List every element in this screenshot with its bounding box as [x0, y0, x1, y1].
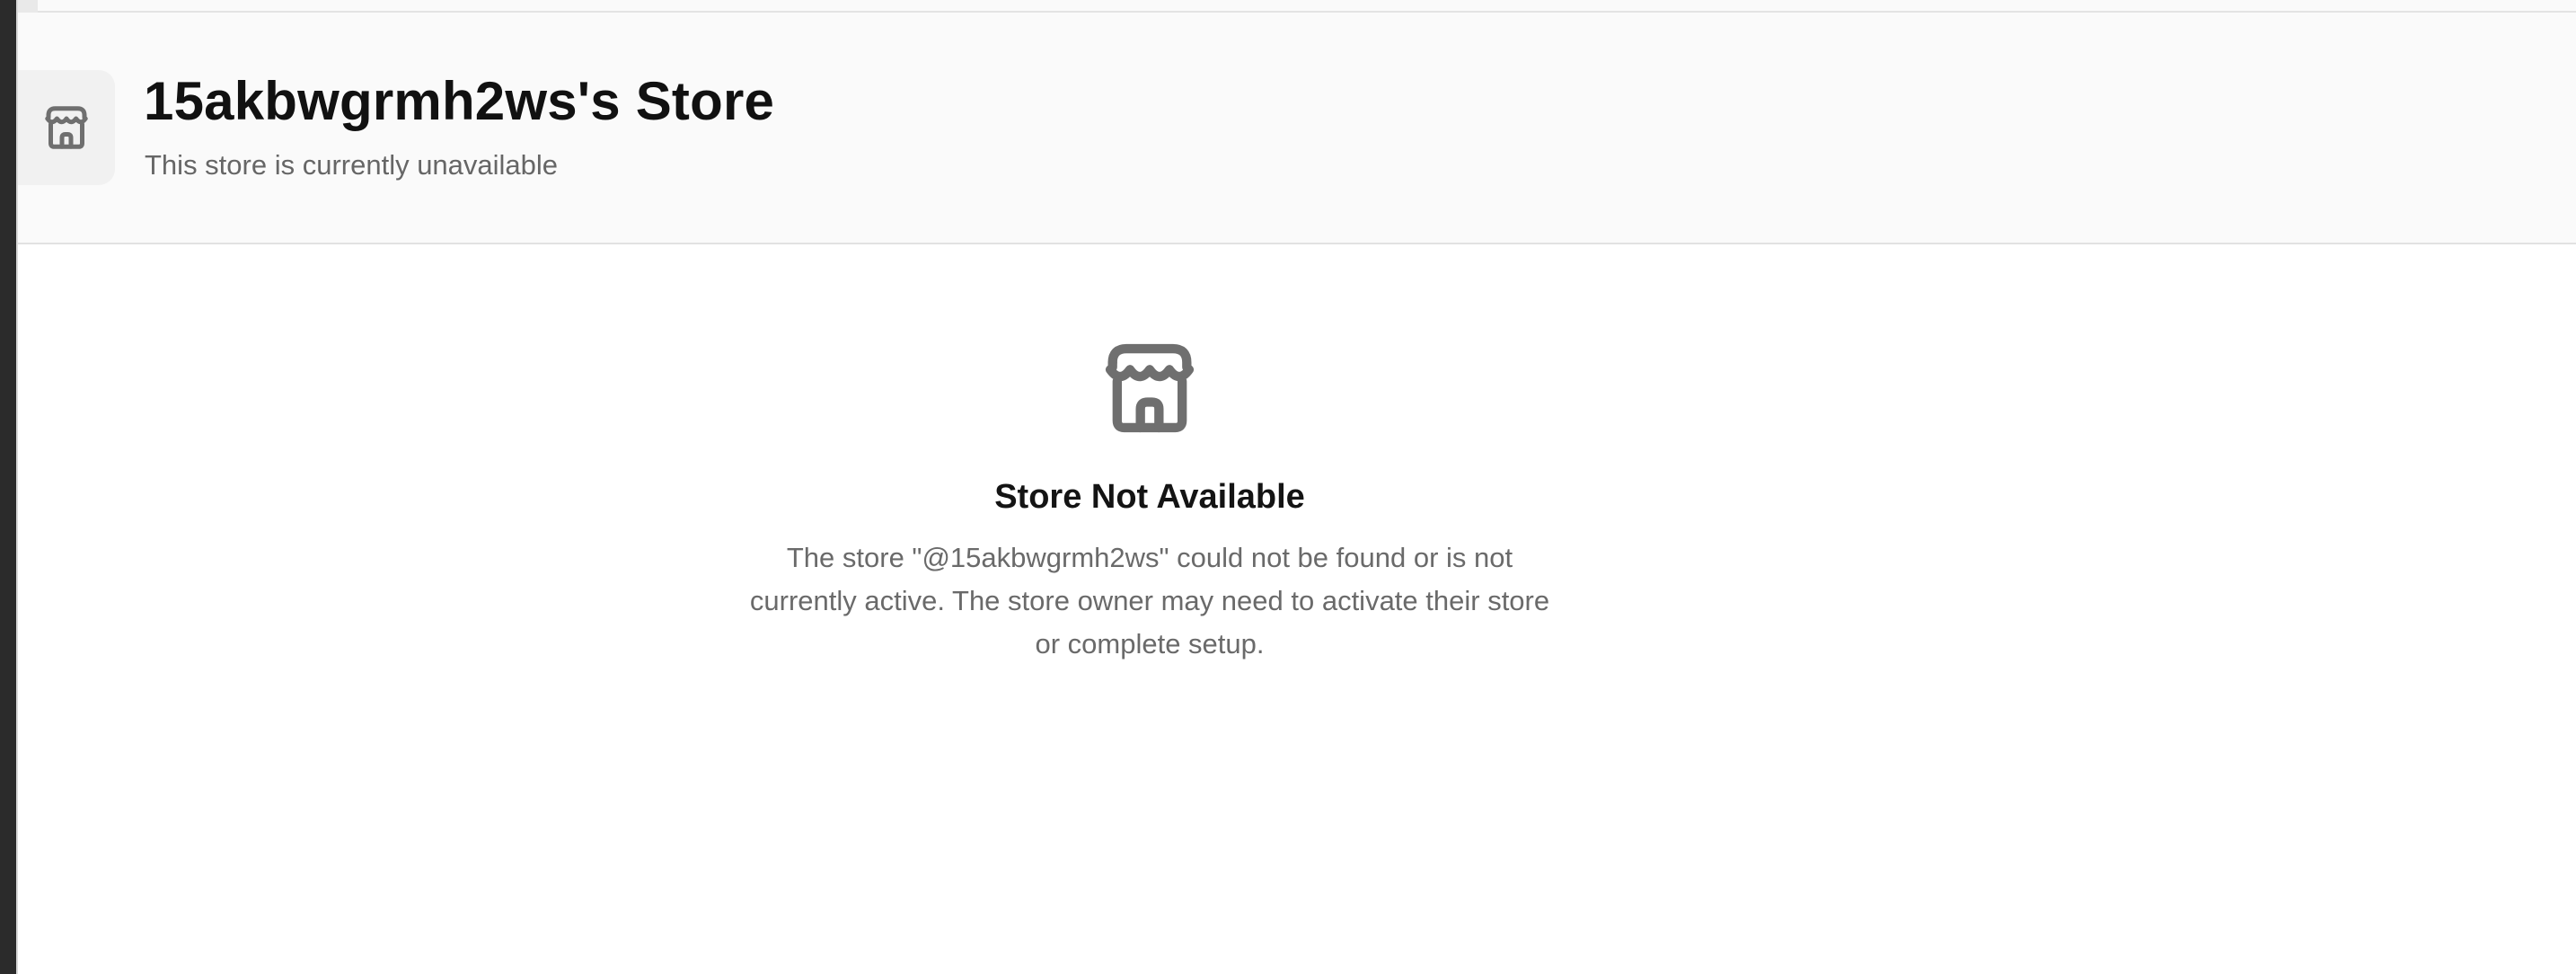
store-status-subtitle: This store is currently unavailable [145, 149, 559, 181]
empty-state-title: Store Not Available [994, 478, 1305, 516]
window-edge [0, 0, 16, 974]
store-icon [1105, 343, 1195, 433]
store-avatar [18, 70, 115, 185]
top-bar-corner [18, 0, 38, 13]
store-title: 15akbwgrmh2ws's Store [144, 71, 775, 131]
top-bar [18, 0, 2576, 13]
store-header: 15akbwgrmh2ws's Store This store is curr… [18, 13, 2576, 244]
page: 15akbwgrmh2ws's Store This store is curr… [0, 0, 2576, 974]
store-icon [45, 106, 88, 149]
store-unavailable-panel: Store Not Available The store "@15akbwgr… [701, 332, 1599, 666]
empty-state-message: The store "@15akbwgrmh2ws" could not be … [749, 542, 1550, 660]
